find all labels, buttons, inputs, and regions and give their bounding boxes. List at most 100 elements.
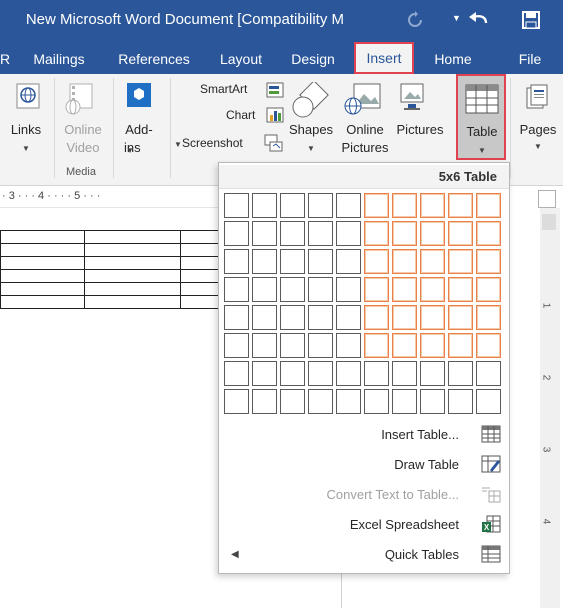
- pictures-icon[interactable]: [398, 82, 426, 119]
- tab-insert[interactable]: Insert: [354, 42, 414, 74]
- grid-cell-selected[interactable]: [448, 305, 473, 330]
- pictures-button[interactable]: Pictures: [392, 122, 448, 137]
- table-button[interactable]: Table ▼: [456, 74, 506, 160]
- quick-tables-item[interactable]: Quick Tables: [219, 541, 509, 569]
- grid-cell-selected[interactable]: [448, 277, 473, 302]
- grid-cell-selected[interactable]: [448, 249, 473, 274]
- add-ins-icon[interactable]: [126, 82, 152, 113]
- add-ins-caret-icon[interactable]: ▼: [126, 146, 134, 155]
- online-video-icon[interactable]: [64, 82, 94, 121]
- grid-cell-selected[interactable]: [420, 333, 445, 358]
- smartart-icon[interactable]: [266, 82, 284, 103]
- links-icon[interactable]: [14, 82, 42, 117]
- grid-cell-selected[interactable]: [448, 193, 473, 218]
- online-pictures-button[interactable]: Online: [340, 122, 390, 137]
- grid-cell-selected[interactable]: [364, 221, 389, 246]
- grid-cell[interactable]: [336, 249, 361, 274]
- dropdown-caret-icon[interactable]: ▼: [452, 13, 461, 23]
- repeat-icon[interactable]: [402, 6, 428, 34]
- chart-button[interactable]: Chart: [226, 108, 255, 122]
- grid-cell-selected[interactable]: [476, 305, 501, 330]
- grid-cell[interactable]: [252, 333, 277, 358]
- grid-cell[interactable]: [476, 389, 501, 414]
- grid-cell[interactable]: [252, 221, 277, 246]
- shapes-icon[interactable]: [290, 80, 332, 125]
- grid-cell[interactable]: [336, 389, 361, 414]
- grid-cell[interactable]: [392, 361, 417, 386]
- pages-caret-icon[interactable]: ▼: [534, 142, 542, 151]
- grid-cell[interactable]: [476, 361, 501, 386]
- grid-cell[interactable]: [280, 249, 305, 274]
- draw-table-item[interactable]: Draw Table: [219, 451, 509, 479]
- tab-references[interactable]: References: [112, 44, 196, 74]
- grid-cell-selected[interactable]: [392, 333, 417, 358]
- tab-design[interactable]: Design: [286, 44, 340, 74]
- grid-cell[interactable]: [224, 193, 249, 218]
- grid-cell[interactable]: [364, 389, 389, 414]
- insert-table-item[interactable]: Insert Table...: [219, 421, 509, 449]
- grid-cell[interactable]: [336, 193, 361, 218]
- document-table[interactable]: [0, 230, 219, 309]
- pages-icon[interactable]: [526, 84, 548, 115]
- grid-cell[interactable]: [336, 305, 361, 330]
- grid-cell-selected[interactable]: [476, 277, 501, 302]
- grid-cell[interactable]: [364, 361, 389, 386]
- grid-cell[interactable]: [420, 389, 445, 414]
- grid-cell-selected[interactable]: [364, 193, 389, 218]
- grid-cell[interactable]: [280, 361, 305, 386]
- grid-cell[interactable]: [308, 361, 333, 386]
- add-ins-button[interactable]: Add-: [118, 122, 160, 137]
- grid-cell[interactable]: [308, 389, 333, 414]
- grid-cell-selected[interactable]: [420, 249, 445, 274]
- convert-text-to-table-item[interactable]: Convert Text to Table...: [219, 481, 509, 509]
- redo-icon[interactable]: [466, 6, 492, 34]
- grid-cell[interactable]: [224, 221, 249, 246]
- grid-cell-selected[interactable]: [476, 249, 501, 274]
- grid-cell-selected[interactable]: [364, 333, 389, 358]
- grid-cell[interactable]: [252, 249, 277, 274]
- grid-cell-selected[interactable]: [364, 305, 389, 330]
- tab-review[interactable]: R: [0, 44, 12, 74]
- grid-cell[interactable]: [448, 361, 473, 386]
- shapes-caret-icon[interactable]: ▼: [307, 144, 315, 153]
- shapes-button[interactable]: Shapes: [284, 122, 338, 137]
- screenshot-button[interactable]: Screenshot: [182, 136, 243, 150]
- tab-mailings[interactable]: Mailings: [28, 44, 90, 74]
- chart-icon[interactable]: [266, 107, 284, 128]
- grid-cell-selected[interactable]: [392, 249, 417, 274]
- grid-cell[interactable]: [336, 277, 361, 302]
- grid-cell-selected[interactable]: [392, 277, 417, 302]
- tab-file[interactable]: File: [510, 44, 550, 74]
- grid-cell[interactable]: [336, 221, 361, 246]
- grid-cell-selected[interactable]: [420, 221, 445, 246]
- grid-cell-selected[interactable]: [392, 305, 417, 330]
- grid-cell-selected[interactable]: [392, 193, 417, 218]
- grid-cell-selected[interactable]: [448, 221, 473, 246]
- grid-cell[interactable]: [280, 193, 305, 218]
- grid-cell[interactable]: [448, 389, 473, 414]
- screenshot-caret-icon[interactable]: ▼: [174, 140, 182, 149]
- table-size-grid[interactable]: [224, 193, 501, 414]
- vertical-ruler[interactable]: [540, 208, 560, 608]
- excel-spreadsheet-item[interactable]: Excel Spreadsheet X: [219, 511, 509, 539]
- grid-cell[interactable]: [252, 389, 277, 414]
- grid-cell[interactable]: [224, 305, 249, 330]
- ruler-corner-icon[interactable]: [538, 190, 556, 208]
- grid-cell[interactable]: [280, 277, 305, 302]
- grid-cell[interactable]: [280, 221, 305, 246]
- grid-cell-selected[interactable]: [448, 333, 473, 358]
- grid-cell[interactable]: [252, 193, 277, 218]
- grid-cell[interactable]: [224, 249, 249, 274]
- grid-cell[interactable]: [336, 333, 361, 358]
- grid-cell-selected[interactable]: [420, 277, 445, 302]
- grid-cell[interactable]: [336, 361, 361, 386]
- grid-cell[interactable]: [252, 361, 277, 386]
- screenshot-icon[interactable]: [264, 134, 284, 157]
- grid-cell-selected[interactable]: [392, 221, 417, 246]
- smartart-button[interactable]: SmartArt: [200, 82, 247, 96]
- grid-cell-selected[interactable]: [364, 277, 389, 302]
- grid-cell[interactable]: [252, 277, 277, 302]
- grid-cell[interactable]: [392, 389, 417, 414]
- grid-cell[interactable]: [420, 361, 445, 386]
- grid-cell[interactable]: [224, 361, 249, 386]
